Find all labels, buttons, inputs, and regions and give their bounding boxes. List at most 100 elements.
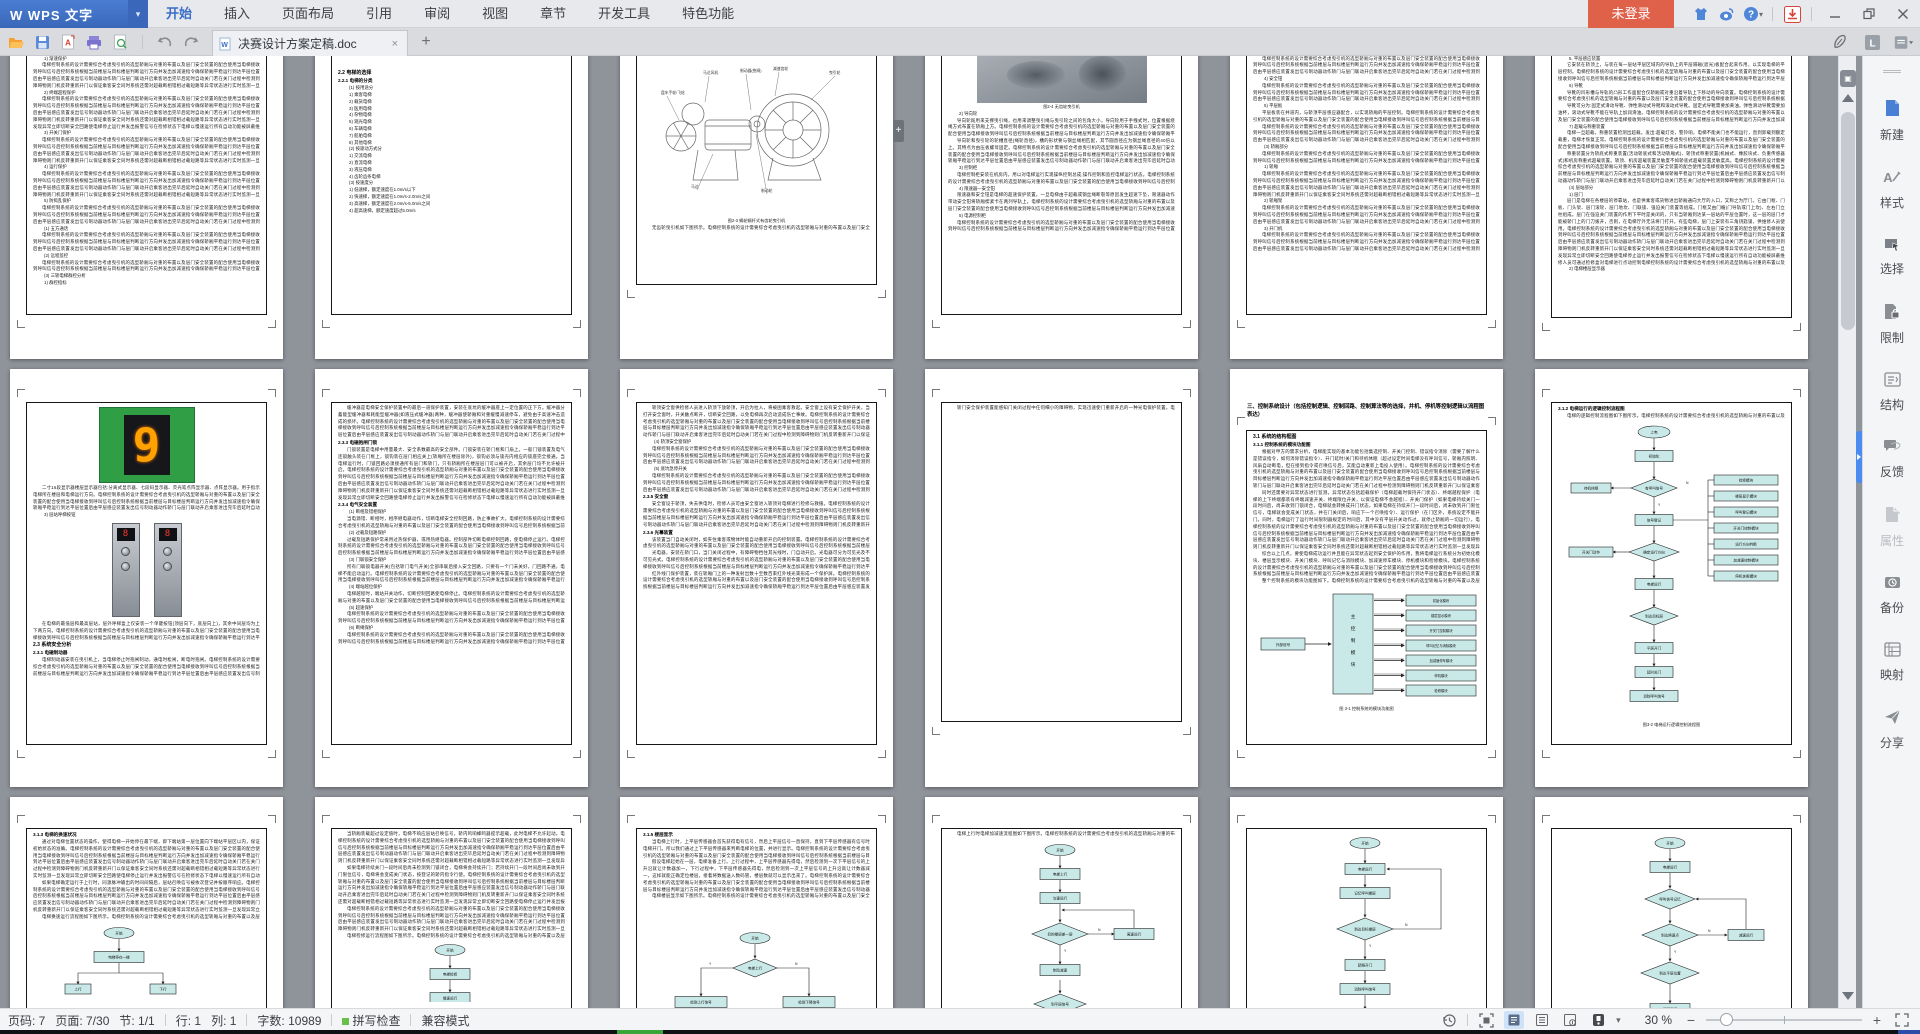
sidebar-item-选择[interactable]: 选择 — [1863, 237, 1920, 277]
sidebar-item-结构[interactable]: 结构 — [1863, 372, 1920, 413]
sidebar-drag-handle[interactable] — [1883, 70, 1901, 73]
svg-text:Y: Y — [1064, 949, 1067, 953]
download-icon[interactable] — [1779, 4, 1805, 24]
page-thumbnail-12[interactable]: 3.1.2 电梯运行的逻辑控制流程图电梯的逻辑控制流程图如下图所示。电梯控制系统… — [1535, 369, 1808, 787]
zoom-in-button[interactable]: + — [1870, 1012, 1884, 1028]
sidebar-item-限制[interactable]: 限制 — [1863, 303, 1920, 346]
new-tab-button[interactable]: + — [416, 32, 436, 52]
redo-icon[interactable] — [181, 32, 201, 52]
fit-selection-icon[interactable] — [1476, 1011, 1496, 1029]
wps-logo[interactable]: W WPS 文字 — [0, 0, 128, 28]
sidebar-item-映射[interactable]: 映射 — [1863, 642, 1920, 683]
tab-close-icon[interactable]: × — [389, 38, 401, 50]
insert-comment-button[interactable]: + — [893, 120, 904, 142]
undo-icon[interactable] — [155, 32, 175, 52]
minimize-button[interactable] — [1818, 0, 1852, 28]
sidebar-item-反馈[interactable]: 反馈 — [1863, 439, 1920, 480]
print-preview-icon[interactable] — [110, 32, 130, 52]
export-pdf-icon[interactable]: A — [58, 32, 78, 52]
menu-tab-章节[interactable]: 章节 — [524, 0, 582, 28]
page-thumbnail-2[interactable]: 电梯控制系统的设计需要综合考虑曳引机的选型轿厢与对重的布置以及层门安全装置的配合… — [315, 56, 588, 359]
menu-tab-视图[interactable]: 视图 — [466, 0, 524, 28]
svg-text:W: W — [221, 42, 228, 49]
login-button[interactable]: 未登录 — [1588, 0, 1674, 28]
scrollbar-thumb[interactable] — [1841, 112, 1855, 330]
save-icon[interactable] — [32, 32, 52, 52]
vertical-scrollbar[interactable]: ▣ — [1838, 56, 1856, 1008]
outline-view-icon[interactable] — [1532, 1011, 1552, 1029]
page-thumbnail-14[interactable]: 当轿厢装载超过设定值时，电梯不响应层站召唤信号，轿内鸣响蜂鸣器提示超载，此时电梯… — [315, 797, 588, 1008]
svg-text:初始化模块: 初始化模块 — [1433, 598, 1450, 603]
list-item-text: (1) 五方通话 — [33, 226, 260, 233]
svg-text:呼叫登记模块: 呼叫登记模块 — [1735, 509, 1757, 514]
svg-text:检测下降信号: 检测下降信号 — [798, 999, 820, 1004]
ink-pen-icon[interactable] — [1830, 32, 1850, 52]
open-folder-icon[interactable] — [6, 32, 26, 52]
document-tab[interactable]: W 决赛设计方案定稿.doc × — [212, 30, 408, 56]
list-item-text: (3) 轿厢部分 — [1253, 144, 1480, 151]
page-thumbnail-17[interactable]: 开始电梯运行记忆呼叫楼层到达目标楼层轿厢开门消除呼叫信号结束NY图3-7 电梯到… — [1230, 797, 1503, 1008]
menu-tab-插入[interactable]: 插入 — [208, 0, 266, 28]
text-frame: 电梯控制系统的设计需要综合考虑曳引机的选型轿厢与对重的布置以及层门安全装置的配合… — [331, 56, 572, 315]
paragraph-text: 称重装置分为轿底式称重装置(活动轿底式和活动轿厢式)、轿顶式称重装置(机械式、橡… — [1558, 151, 1785, 185]
close-button[interactable] — [1886, 0, 1920, 28]
sidebar-item-分享[interactable]: 分享 — [1863, 709, 1920, 751]
logo-caret-icon[interactable]: ▾ — [128, 0, 148, 28]
page-thumbnail-11[interactable]: 三、控制系统设计（包括控制逻辑、控制回路、控制算法等的选择，并机、停机等控制逻辑… — [1230, 369, 1503, 787]
zoom-out-button[interactable]: − — [1684, 1012, 1698, 1028]
page-thumbnail-7[interactable]: 9二寸16段显示器楼层显示器包括:分离式显示器、七段码显示器、荧光笔点阵显示器、… — [10, 369, 283, 787]
menu-tab-开始[interactable]: 开始 — [150, 0, 208, 28]
list-item-text: (4) 端站越位保护 — [338, 584, 565, 591]
page-thumbnail-5[interactable]: 电梯控制系统的设计需要综合考虑曳引机的选型轿厢与对重的布置以及层门安全装置的配合… — [1230, 56, 1503, 359]
text-frame: 轿顶安全窗供检修人员进入轿顶下放轿顶，开启为拉入，将被困乘客救起。安全窗上设有安… — [636, 402, 877, 745]
spellcheck-toggle[interactable]: 拼写检查 — [342, 1012, 400, 1029]
page-thumbnail-9[interactable]: 轿顶安全窗供检修人员进入轿顶下放轿顶，开启为拉入，将被困乘客救起。安全窗上设有安… — [620, 369, 893, 787]
menu-tab-开发工具[interactable]: 开发工具 — [582, 0, 666, 28]
menu-tab-引用[interactable]: 引用 — [350, 0, 408, 28]
tab-bar: A W 决赛设计方案定稿.doc × + L — [0, 28, 1920, 56]
page-thumbnail-15[interactable]: 3.1.5 楼层显示当电梯上行时，上平层传感器会首先获得电有信号，然后上平层信号… — [620, 797, 893, 1008]
svg-text:匀速运行: 匀速运行 — [1053, 895, 1068, 900]
page-view-icon[interactable] — [1504, 1011, 1524, 1029]
shirt-icon[interactable] — [1688, 4, 1714, 24]
svg-text:开关门控制模块: 开关门控制模块 — [1429, 628, 1453, 633]
web-view-icon[interactable] — [1560, 1011, 1580, 1029]
menu-tab-审阅[interactable]: 审阅 — [408, 0, 466, 28]
svg-text:开始: 开始 — [446, 947, 454, 952]
page-thumbnail-18[interactable]: 开始电梯运行呼叫信号记忆到达换速点减速运行到达平层位置平层开门NY — [1535, 797, 1808, 1008]
zoom-slider-thumb[interactable] — [1720, 1013, 1733, 1026]
print-icon[interactable] — [84, 32, 104, 52]
help-icon[interactable]: ?▾ — [1740, 4, 1766, 24]
crop-mark — [573, 815, 581, 823]
page-thumbnail-4[interactable]: 电梯控制系统的设计需要综合考虑曳引机的选型轿厢与对重的布置以及层门安全装置的配合… — [925, 56, 1198, 359]
menu-tab-特色功能[interactable]: 特色功能 — [666, 0, 750, 28]
sidebar-item-备份[interactable]: 备份 — [1863, 575, 1920, 616]
sidebar-item-样式[interactable]: A样式 — [1863, 169, 1920, 211]
page-thumbnail-13[interactable]: 3.1.3 电梯的换速状况通过对电梯位置状态的操作，使得电梯一开始停在最下端，即… — [10, 797, 283, 1008]
list-item-text: (1) 按用途分 — [338, 85, 565, 92]
page-thumbnail-6[interactable]: 电梯控制系统的设计需要综合考虑曳引机的选型轿厢与对重的布置以及层门安全装置的配合… — [1535, 56, 1808, 359]
sidebar-item-新建[interactable]: 新建 — [1863, 99, 1920, 143]
page-thumbnail-16[interactable]: 电梯上行时电梯加减速流程图如下图所示。电梯控制系统的设计需要综合考虑曳引机的选型… — [925, 797, 1198, 1008]
layout-mode-icon[interactable] — [1894, 32, 1914, 52]
weibo-icon[interactable] — [1714, 4, 1740, 24]
page-thumbnail-10[interactable]: 轿门安全保护装置能感知门关闭过程中任何细小的障碍物，实现迅速使门重新开启的一种光… — [925, 369, 1198, 787]
scroll-up-icon[interactable] — [1842, 94, 1854, 102]
menu-tab-页面布局[interactable]: 页面布局 — [266, 0, 350, 28]
view-caret-icon[interactable]: ▾ — [1616, 1015, 1621, 1026]
sidebar-item-属性[interactable]: 属性 — [1863, 506, 1920, 549]
fullscreen-icon[interactable] — [1892, 1011, 1912, 1029]
page-thumbnail-3[interactable]: 电梯控制系统的设计需要综合考虑曳引机的选型轿厢与对重的布置以及层门安全装置的配合… — [620, 56, 893, 359]
restore-button[interactable] — [1852, 0, 1886, 28]
page-thumbnail-1[interactable]: 电梯控制系统的设计需要综合考虑曳引机的选型轿厢与对重的布置以及层门安全装置的配合… — [10, 56, 283, 359]
text-frame: 3.1.2 电梯运行的逻辑控制流程图电梯的逻辑控制流程图如下图所示。电梯控制系统… — [1551, 402, 1792, 745]
document-canvas[interactable]: 电梯控制系统的设计需要综合考虑曳引机的选型轿厢与对重的布置以及层门安全装置的配合… — [0, 56, 1862, 1008]
read-mode-icon[interactable]: ▣ — [1840, 70, 1856, 87]
sidebar-item-label: 映射 — [1880, 666, 1904, 683]
zoom-slider[interactable] — [1706, 1011, 1862, 1029]
scroll-down-icon[interactable] — [1842, 992, 1854, 1000]
reader-view-icon[interactable] — [1588, 1011, 1608, 1029]
page-thumbnail-8[interactable]: 缓冲器是电梯安全保护装置中的最后一道保护装置，安装在底坑的缓冲器座上一定位置的正… — [315, 369, 588, 787]
l-mode-icon[interactable]: L — [1862, 32, 1882, 52]
history-icon[interactable] — [1439, 1011, 1459, 1029]
